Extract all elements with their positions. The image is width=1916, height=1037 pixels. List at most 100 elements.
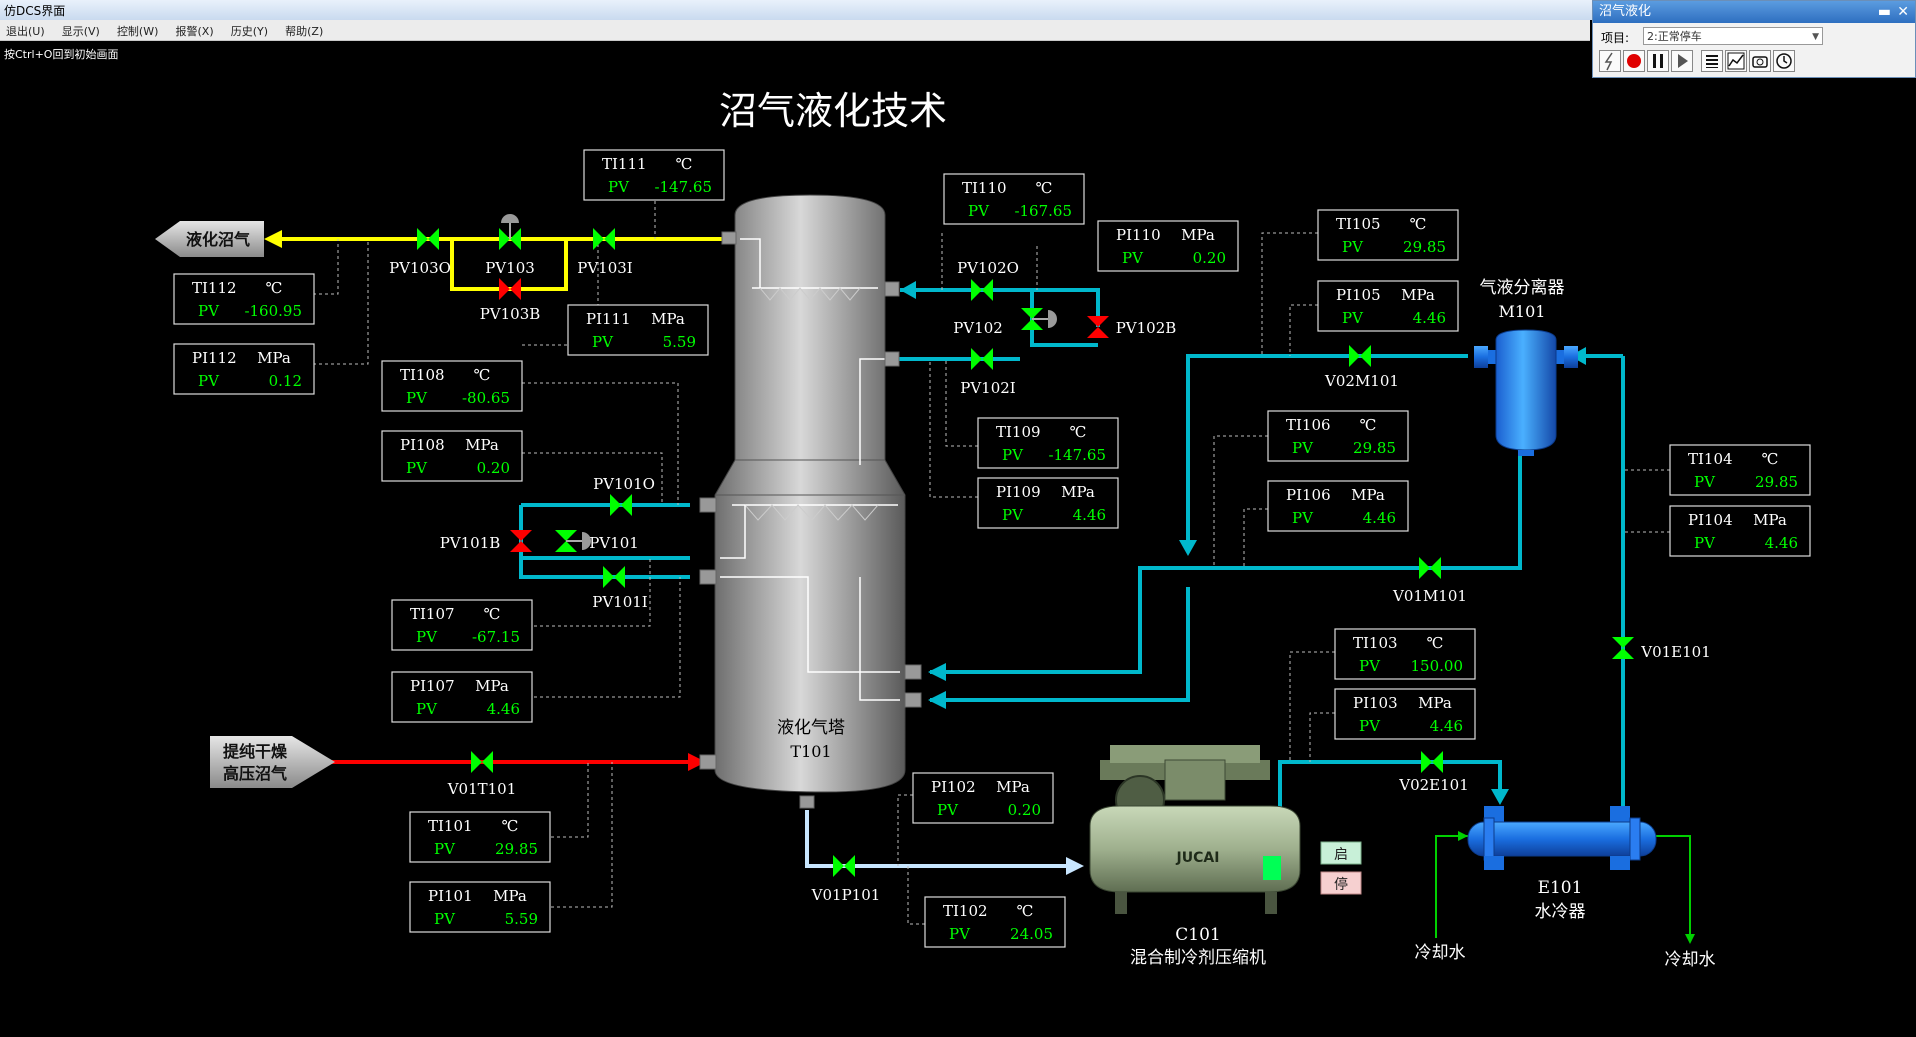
valve-pv101[interactable]	[555, 530, 591, 552]
refrigerant-arrow-tower-top-icon	[900, 281, 916, 299]
instrument-value: -67.15	[472, 628, 520, 646]
instrument-pi109[interactable]: PI109 MPa PV 4.46	[977, 477, 1119, 529]
valve-pv102i[interactable]	[971, 348, 993, 370]
instrument-ti108[interactable]: TI108 ℃ PV -80.65	[381, 360, 523, 412]
snapshot-button[interactable]	[1749, 50, 1771, 72]
valve-label-v01p101: V01P101	[811, 886, 881, 904]
instrument-pv-label: PV	[1002, 506, 1024, 524]
instrument-tag: TI103	[1353, 634, 1398, 652]
instrument-pv-label: PV	[434, 910, 456, 928]
list-icon	[1706, 55, 1718, 68]
cooler-e101[interactable]	[1467, 806, 1657, 870]
valve-pv102[interactable]	[1021, 308, 1057, 330]
list-button[interactable]	[1701, 50, 1723, 72]
instrument-ti103[interactable]: TI103 ℃ PV 150.00	[1334, 628, 1476, 680]
instrument-ti102[interactable]: TI102 ℃ PV 24.05	[924, 896, 1066, 948]
compressor-c101[interactable]: JUCAI	[1089, 745, 1301, 914]
process-diagram: 沼气液化技术 液化气塔 T101 气液分离器 M101 JUCAI 启 停 C1…	[155, 89, 1811, 970]
valve-label-pv101o: PV101O	[593, 475, 655, 493]
pause-button[interactable]	[1647, 50, 1669, 72]
instrument-pi104[interactable]: PI104 MPa PV 4.46	[1669, 505, 1811, 557]
instrument-tag: PI111	[586, 310, 631, 328]
clock-button[interactable]	[1773, 50, 1795, 72]
instrument-unit: MPa	[1061, 483, 1095, 501]
valve-label-pv103o: PV103O	[389, 259, 451, 277]
instrument-value: 150.00	[1411, 657, 1464, 675]
separator-m101[interactable]	[1474, 329, 1578, 456]
valve-pv103[interactable]	[499, 214, 521, 250]
instrument-value: -80.65	[462, 389, 510, 407]
instrument-unit: ℃	[1017, 902, 1034, 920]
lightning-button[interactable]	[1599, 50, 1621, 72]
compressor-stop-button[interactable]: 停	[1320, 871, 1362, 895]
instrument-ti110[interactable]: TI110 ℃ PV -167.65	[943, 173, 1085, 225]
project-label: 项目:	[1601, 31, 1630, 45]
instrument-ti106[interactable]: TI106 ℃ PV 29.85	[1267, 410, 1409, 462]
valve-pv101i[interactable]	[603, 566, 625, 588]
instrument-unit: ℃	[676, 155, 693, 173]
instrument-value: 0.12	[269, 372, 302, 390]
tower-t101[interactable]: 液化气塔 T101	[699, 194, 922, 809]
instrument-unit: MPa	[1401, 286, 1435, 304]
valve-pv102b[interactable]	[1087, 316, 1109, 338]
instrument-pi107[interactable]: PI107 MPa PV 4.46	[391, 671, 533, 723]
instrument-unit: ℃	[266, 279, 283, 297]
project-select[interactable]: 2:正常停车 ▼	[1643, 27, 1823, 45]
instrument-pi103[interactable]: PI103 MPa PV 4.46	[1334, 688, 1476, 740]
instrument-pv-label: PV	[198, 302, 220, 320]
refrigerant-arrow-into-tower-2-icon	[928, 691, 946, 709]
valve-pv101b[interactable]	[510, 530, 532, 552]
instrument-unit: ℃	[1036, 179, 1053, 197]
compressor-start-button[interactable]: 启	[1320, 841, 1362, 865]
instrument-pi111[interactable]: PI111 MPa PV 5.59	[567, 304, 709, 356]
instrument-value: 0.20	[1193, 249, 1226, 267]
instrument-unit: ℃	[484, 605, 501, 623]
valve-v02m101[interactable]	[1349, 345, 1371, 367]
cooler-label-line1: E101	[1538, 878, 1583, 898]
instrument-pv-label: PV	[1002, 446, 1024, 464]
instrument-ti101[interactable]: TI101 ℃ PV 29.85	[409, 811, 551, 863]
valve-v01p101[interactable]	[833, 855, 855, 877]
instrument-pv-label: PV	[406, 389, 428, 407]
valve-v01m101[interactable]	[1419, 557, 1441, 579]
valve-pv101o[interactable]	[610, 494, 632, 516]
instrument-pi112[interactable]: PI112 MPa PV 0.12	[173, 343, 315, 395]
play-button[interactable]	[1671, 50, 1693, 72]
close-button[interactable]: ✕	[1897, 1, 1909, 23]
record-button[interactable]	[1623, 50, 1645, 72]
compressor-brand: JUCAI	[1176, 850, 1220, 866]
valve-v01e101[interactable]	[1612, 637, 1634, 659]
instrument-pi108[interactable]: PI108 MPa PV 0.20	[381, 430, 523, 482]
instrument-pi110[interactable]: PI110 MPa PV 0.20	[1097, 220, 1239, 272]
instrument-pi106[interactable]: PI106 MPa PV 4.46	[1267, 480, 1409, 532]
instrument-tag: PI102	[931, 778, 976, 796]
instrument-ti105[interactable]: TI105 ℃ PV 29.85	[1317, 209, 1459, 261]
instrument-ti111[interactable]: TI111 ℃ PV -147.65	[583, 149, 725, 201]
instrument-ti104[interactable]: TI104 ℃ PV 29.85	[1669, 444, 1811, 496]
panel-title: 沼气液化 ▬ ✕	[1593, 1, 1915, 23]
instrument-tag: TI106	[1286, 416, 1331, 434]
instrument-value: 0.20	[1008, 801, 1041, 819]
trend-button[interactable]	[1725, 50, 1747, 72]
instrument-tag: TI112	[192, 279, 237, 297]
valve-label-pv102o: PV102O	[957, 259, 1019, 277]
instrument-ti107[interactable]: TI107 ℃ PV -67.15	[391, 599, 533, 651]
instrument-pi102[interactable]: PI102 MPa PV 0.20	[912, 772, 1054, 824]
valve-pv103i[interactable]	[593, 228, 615, 250]
tower-label-line1: 液化气塔	[777, 718, 845, 738]
instrument-unit: ℃	[1070, 423, 1087, 441]
instrument-unit: MPa	[996, 778, 1030, 796]
compressor-label-line2: 混合制冷剂压缩机	[1130, 948, 1266, 968]
instrument-pi101[interactable]: PI101 MPa PV 5.59	[409, 881, 551, 933]
valve-v02e101[interactable]	[1421, 751, 1443, 773]
instrument-ti109[interactable]: TI109 ℃ PV -147.65	[977, 417, 1119, 469]
valve-pv102o[interactable]	[971, 279, 993, 301]
instrument-tag: TI102	[943, 902, 988, 920]
valve-pv103o[interactable]	[417, 228, 439, 250]
instrument-pi105[interactable]: PI105 MPa PV 4.46	[1317, 280, 1459, 332]
minimize-button[interactable]: ▬	[1878, 1, 1891, 23]
valve-label-pv102b: PV102B	[1116, 319, 1177, 337]
valve-v01t101[interactable]	[471, 751, 493, 773]
instrument-ti112[interactable]: TI112 ℃ PV -160.95	[173, 273, 315, 325]
valve-pv103b[interactable]	[499, 278, 521, 300]
